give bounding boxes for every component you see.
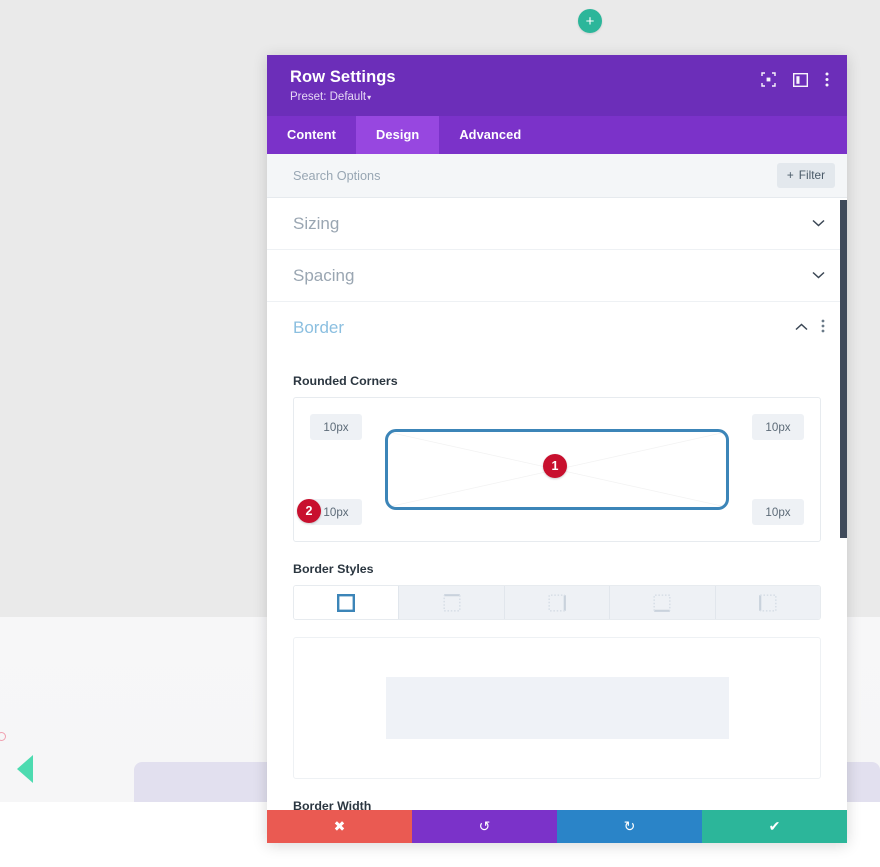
- section-sizing[interactable]: Sizing: [267, 198, 847, 250]
- undo-icon: ↺: [478, 818, 491, 834]
- panel-header-titles: Row Settings Preset: Default▾: [290, 68, 761, 105]
- section-spacing-title: Spacing: [293, 265, 355, 285]
- border-styles-label: Border Styles: [293, 562, 374, 576]
- save-button[interactable]: ✔: [702, 810, 847, 843]
- section-border[interactable]: Border: [267, 302, 847, 354]
- border-style-right-side[interactable]: [504, 586, 611, 619]
- border-style-bottom-side[interactable]: [610, 586, 716, 619]
- border-style-all-sides[interactable]: [294, 586, 400, 619]
- corner-bottom-right-input[interactable]: 10px: [752, 499, 804, 525]
- redo-button[interactable]: ↻: [557, 810, 702, 843]
- redo-icon: ↻: [623, 818, 636, 834]
- add-section-button[interactable]: +: [578, 9, 602, 33]
- preset-selector[interactable]: Preset: Default▾: [290, 91, 371, 103]
- annotation-badge-1: 1: [543, 454, 567, 478]
- rounded-corners-label: Rounded Corners: [293, 374, 398, 388]
- panel-footer: ✖ ↺ ↻ ✔: [267, 810, 847, 843]
- panel-scroll-area: Sizing Spacing Border Rounded Corners 10…: [267, 198, 847, 810]
- panel-header: Row Settings Preset: Default▾: [267, 55, 847, 116]
- chevron-down-icon: ▾: [367, 93, 372, 102]
- border-section-body: Rounded Corners 10px 10px 10px 10px 1 2 …: [267, 374, 847, 810]
- panel-header-icons: [761, 68, 829, 92]
- focus-target-icon[interactable]: [761, 72, 776, 92]
- section-border-title: Border: [293, 318, 345, 337]
- panel-scrollbar-thumb[interactable]: [840, 200, 847, 538]
- border-preview-block: [385, 677, 729, 739]
- corner-top-right-input[interactable]: 10px: [752, 414, 804, 440]
- search-input[interactable]: [293, 168, 673, 183]
- row-settings-panel: Row Settings Preset: Default▾ Content De…: [267, 55, 847, 843]
- border-style-top-side[interactable]: [399, 586, 505, 619]
- more-vertical-icon[interactable]: [821, 319, 825, 338]
- tab-content[interactable]: Content: [267, 116, 356, 154]
- border-styles-group: [293, 585, 821, 620]
- search-bar: + Filter: [267, 154, 847, 198]
- border-style-left-side[interactable]: [715, 586, 820, 619]
- plus-icon: +: [786, 168, 794, 182]
- chevron-down-icon: [812, 270, 825, 282]
- tab-design[interactable]: Design: [356, 116, 440, 154]
- panel-tabs: Content Design Advanced: [267, 116, 847, 154]
- chevron-up-icon[interactable]: [795, 322, 808, 334]
- section-spacing[interactable]: Spacing: [267, 250, 847, 302]
- border-preview-area: [293, 637, 821, 779]
- filter-button-label: Filter: [798, 168, 825, 182]
- undo-button[interactable]: ↺: [412, 810, 557, 843]
- annotation-badge-2: 2: [297, 499, 321, 523]
- layout-panel-icon[interactable]: [792, 72, 809, 92]
- rounded-corners-control: 10px 10px 10px 10px 1 2: [293, 397, 821, 542]
- section-border-controls: [795, 319, 825, 338]
- panel-title: Row Settings: [290, 68, 396, 86]
- border-width-label: Border Width: [293, 799, 372, 810]
- filter-button[interactable]: + Filter: [776, 163, 835, 188]
- corner-top-left-input[interactable]: 10px: [310, 414, 362, 440]
- tab-advanced[interactable]: Advanced: [439, 116, 541, 154]
- section-sizing-title: Sizing: [293, 213, 340, 233]
- left-arrow-marker-icon: [17, 755, 33, 783]
- chevron-down-icon: [812, 218, 825, 230]
- preset-label: Preset: Default: [290, 91, 367, 103]
- plus-icon: +: [585, 12, 595, 30]
- close-icon: ✖: [333, 818, 346, 834]
- cancel-button[interactable]: ✖: [267, 810, 412, 843]
- more-vertical-icon[interactable]: [825, 72, 829, 92]
- check-icon: ✔: [768, 818, 781, 834]
